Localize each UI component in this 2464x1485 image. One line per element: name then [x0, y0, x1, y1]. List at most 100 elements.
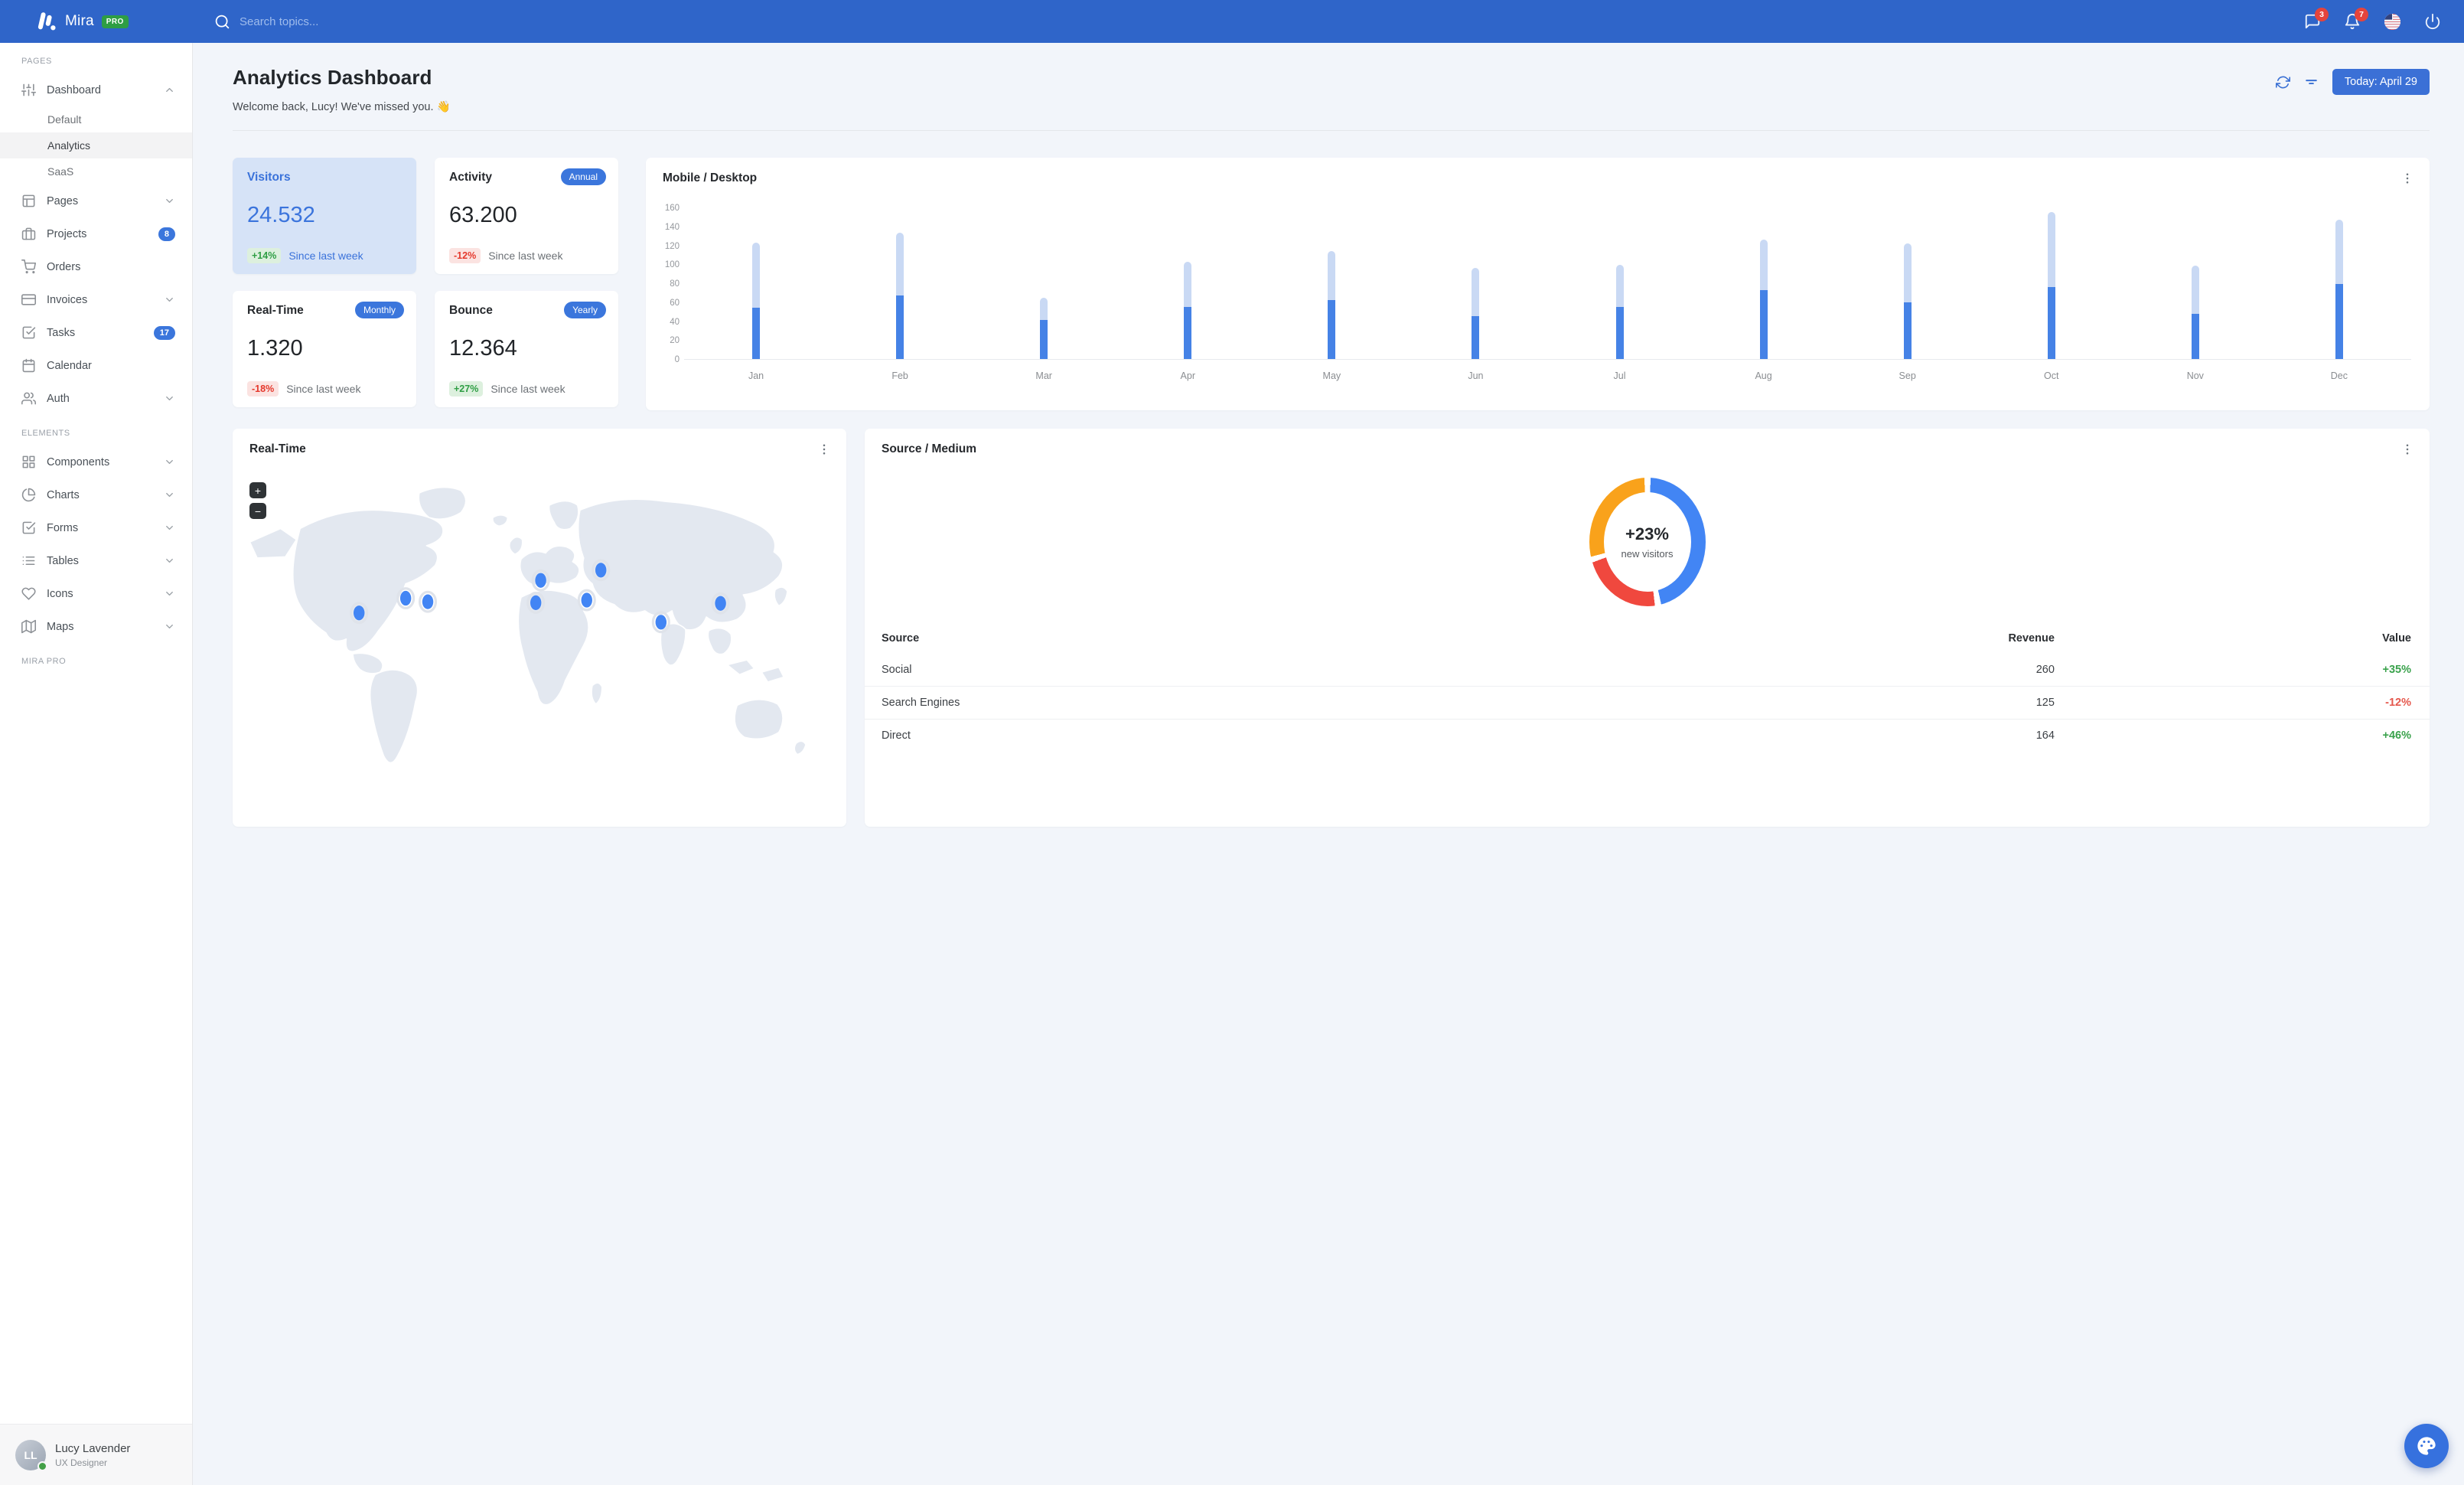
stat-caption: Since last week	[288, 250, 363, 262]
sidebar-item-dashboard[interactable]: Dashboard	[0, 73, 192, 106]
sidebar-item-tables[interactable]: Tables	[0, 544, 192, 577]
revenue-cell: 164	[1578, 719, 2075, 752]
map-zoom-in-button[interactable]: +	[249, 482, 266, 498]
chevron-down-icon	[164, 456, 175, 468]
filter-icon[interactable]	[2304, 75, 2319, 90]
table-row[interactable]: Search Engines 125 -12%	[865, 686, 2430, 720]
sidebar-item-charts[interactable]: Charts	[0, 478, 192, 511]
sidebar-item-badge: 8	[158, 227, 175, 241]
map-marker[interactable]	[651, 611, 670, 634]
search-bar[interactable]	[214, 14, 2304, 30]
sidebar-nav: Pages Dashboard Default Analytics SaaS Pages P…	[0, 43, 192, 1424]
messages-button[interactable]: 3	[2304, 8, 2329, 30]
palette-icon	[2416, 1435, 2437, 1457]
stat-caption: Since last week	[488, 250, 563, 262]
bar-apr[interactable]	[1116, 208, 1260, 359]
stat-period-badge[interactable]: Annual	[560, 168, 606, 185]
source-cell: Social	[882, 664, 912, 676]
bar-chart-plot	[684, 208, 2411, 360]
table-row[interactable]: Direct 164 +46%	[865, 719, 2430, 752]
logout-button[interactable]	[2424, 13, 2441, 30]
map-marker[interactable]	[419, 590, 438, 613]
sidebar-item-tasks[interactable]: Tasks 17	[0, 316, 192, 349]
sidebar-item-badge: 17	[153, 325, 175, 340]
credit-card-icon	[21, 292, 36, 307]
refresh-icon[interactable]	[2275, 75, 2290, 90]
theme-settings-fab[interactable]	[2404, 1424, 2449, 1468]
map-marker[interactable]	[577, 589, 596, 612]
user-name: Lucy Lavender	[55, 1441, 131, 1455]
navbar-actions: 3 7	[2304, 8, 2464, 31]
messages-count-badge: 3	[2315, 8, 2329, 21]
bar-jun[interactable]	[1403, 208, 1547, 359]
card-menu-icon[interactable]	[817, 442, 831, 456]
page-subtitle: Welcome back, Lucy! We've missed you. 👋	[233, 101, 451, 113]
sidebar-item-label: Calendar	[47, 359, 92, 372]
card-menu-icon[interactable]	[2400, 171, 2414, 185]
bar-may[interactable]	[1260, 208, 1403, 359]
bar-dec[interactable]	[2267, 208, 2411, 359]
x-tick-label: Sep	[1899, 370, 1916, 381]
sliders-icon	[21, 83, 36, 97]
sidebar-item-orders[interactable]: Orders	[0, 250, 192, 283]
power-icon	[2424, 13, 2441, 30]
revenue-cell: 260	[2035, 664, 2055, 676]
bar-mar[interactable]	[972, 208, 1116, 359]
card-menu-icon[interactable]	[2400, 442, 2414, 456]
x-tick-label: Oct	[2044, 370, 2059, 381]
source-table-column-header: Source	[882, 632, 920, 645]
stat-period-badge[interactable]: Yearly	[564, 302, 606, 318]
y-tick-label: 20	[670, 336, 680, 346]
x-tick-label: Aug	[1755, 370, 1772, 381]
bar-jul[interactable]	[1547, 208, 1691, 359]
revenue-cell: 125	[1578, 686, 2075, 720]
stat-card-real-time: Real-Time Monthly 1.320 -18% Since last week	[233, 291, 416, 407]
page-title: Analytics Dashboard	[233, 66, 432, 89]
bar-aug[interactable]	[1692, 208, 1836, 359]
donut-chart: +23% new visitors	[865, 478, 2430, 606]
bar-oct[interactable]	[1980, 208, 2123, 359]
page-header: Analytics Dashboard Welcome back, Lucy! …	[233, 66, 2430, 113]
brand[interactable]: Mira PRO	[0, 11, 193, 31]
bar-jan[interactable]	[684, 208, 828, 359]
search-input[interactable]	[240, 15, 469, 28]
sidebar-subitem-analytics[interactable]: Analytics	[0, 132, 192, 158]
sidebar-item-pages[interactable]: Pages	[0, 184, 192, 217]
sidebar-item-auth[interactable]: Auth	[0, 382, 192, 415]
sidebar-item-label: Tables	[47, 554, 79, 567]
stat-delta-badge: -12%	[449, 248, 481, 263]
sidebar-item-invoices[interactable]: Invoices	[0, 283, 192, 316]
sidebar-item-forms[interactable]: Forms	[0, 511, 192, 544]
shopping-cart-icon	[21, 259, 36, 274]
map-zoom-out-button[interactable]: −	[249, 503, 266, 519]
sidebar-item-label: Tasks	[47, 326, 76, 339]
bar-feb[interactable]	[828, 208, 972, 359]
sidebar-subitem-default[interactable]: Default	[0, 106, 192, 132]
chevron-down-icon	[164, 489, 175, 501]
map-card-title: Real-Time	[249, 442, 306, 455]
source-table-column-header: Revenue	[2008, 632, 2055, 645]
bar-sep[interactable]	[1836, 208, 1980, 359]
sidebar-subitem-saas[interactable]: SaaS	[0, 158, 192, 184]
date-range-button[interactable]: Today: April 29	[2332, 69, 2430, 95]
x-tick-label: Apr	[1180, 370, 1195, 381]
sidebar-item-maps[interactable]: Maps	[0, 610, 192, 643]
sidebar-item-label: Orders	[47, 260, 81, 273]
sidebar-item-components[interactable]: Components	[0, 445, 192, 478]
bar-nov[interactable]	[2123, 208, 2267, 359]
sidebar-item-label: Projects	[47, 227, 87, 240]
table-row[interactable]: Social 260 +35%	[865, 654, 2430, 687]
y-tick-label: 80	[670, 279, 680, 289]
sidebar-user[interactable]: LL Lucy Lavender UX Designer	[0, 1424, 192, 1485]
bar-chart-y-axis: 0 20 40 60 80 100 120 140 160	[660, 204, 684, 364]
notifications-button[interactable]: 7	[2344, 8, 2368, 30]
stat-period-badge[interactable]: Monthly	[354, 302, 404, 318]
chevron-down-icon	[164, 195, 175, 207]
users-icon	[21, 391, 36, 406]
brand-name: Mira	[65, 13, 94, 29]
sidebar-item-projects[interactable]: Projects 8	[0, 217, 192, 250]
sidebar-item-calendar[interactable]: Calendar	[0, 349, 192, 382]
sidebar-item-icons[interactable]: Icons	[0, 577, 192, 610]
source-table-column-header: Value	[2382, 632, 2411, 645]
language-button[interactable]	[2384, 13, 2401, 31]
